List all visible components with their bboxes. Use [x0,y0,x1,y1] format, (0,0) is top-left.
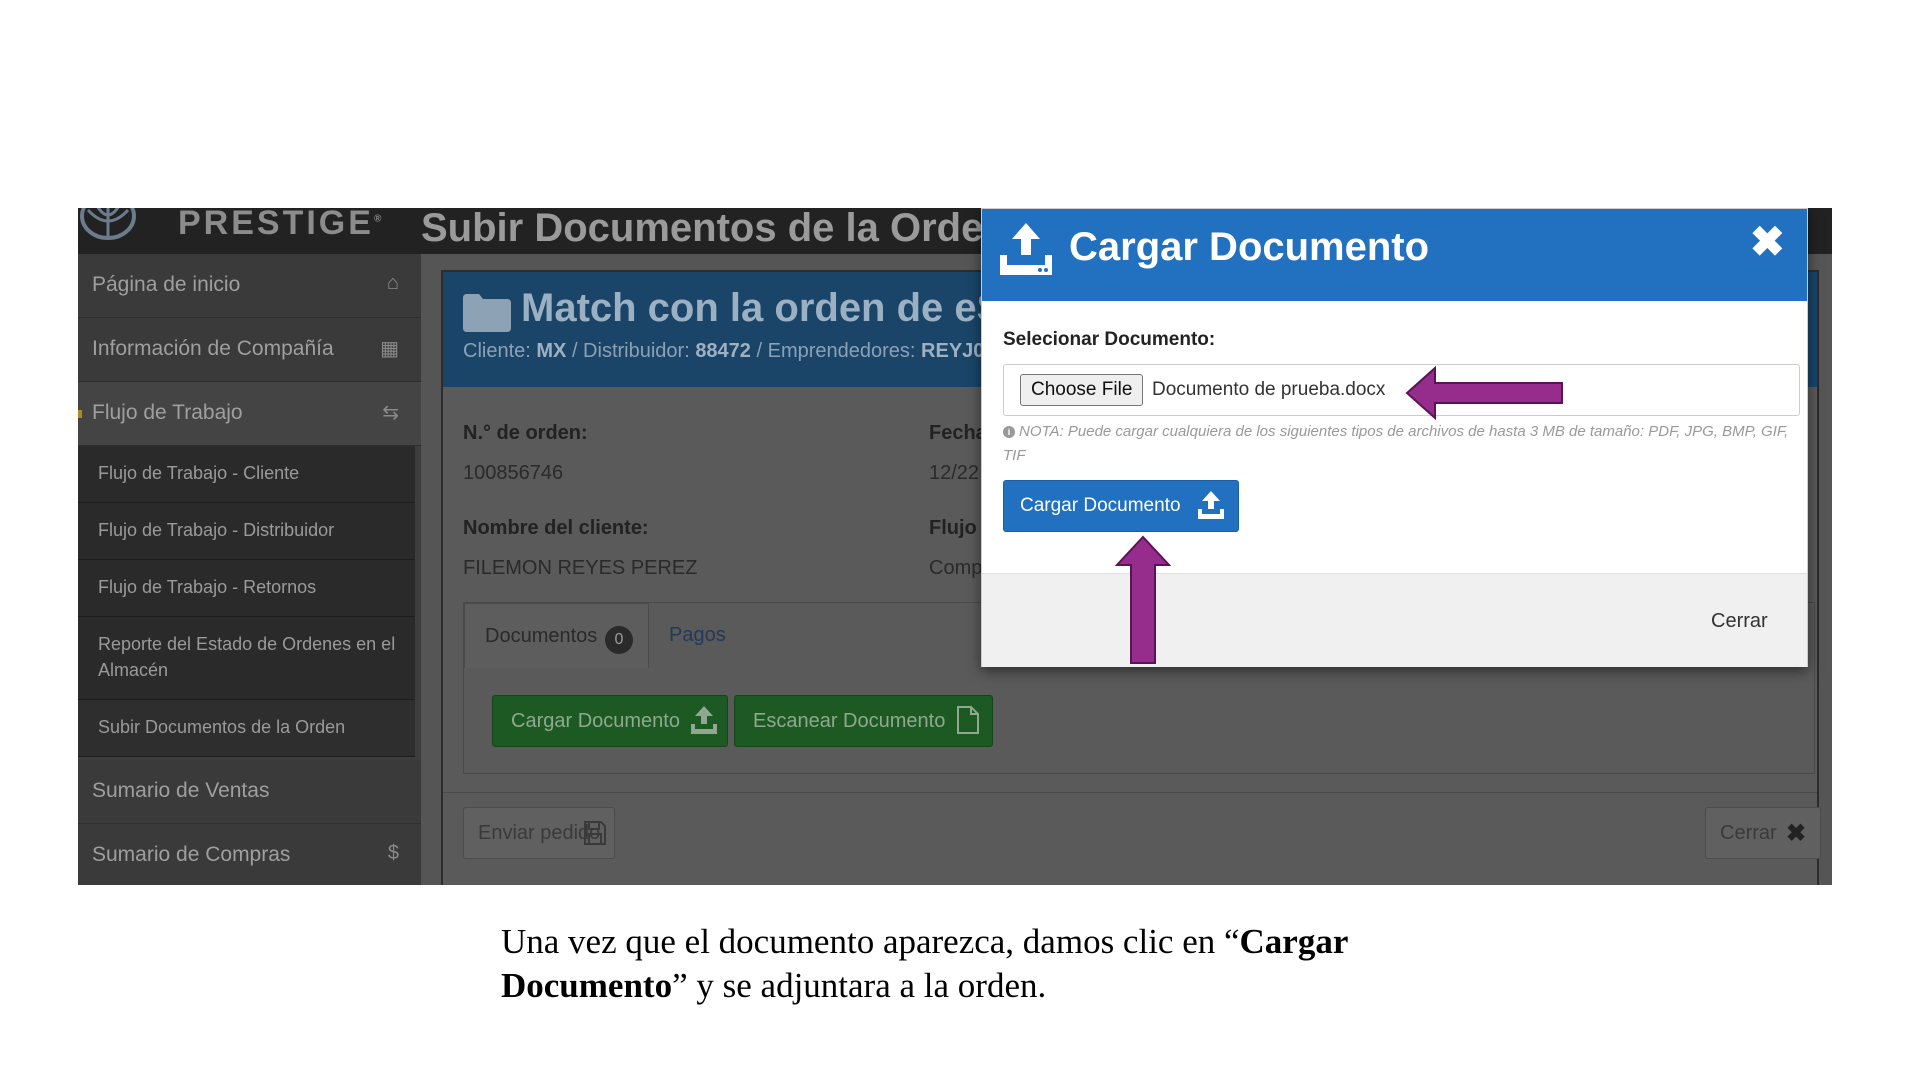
modal-footer: Cerrar [982,573,1807,667]
brand-name: PRESTIGE® [178,208,385,242]
panel-title: Match con la orden de eSi [521,286,1015,330]
upload-icon [1198,491,1224,519]
selected-file-name: Documento de prueba.docx [1152,379,1386,400]
sidebar-item-sales-summary[interactable]: Sumario de Ventas [78,760,421,824]
date-value: 12/22 [929,462,980,484]
modal-header: Cargar Documento ✖ [982,209,1807,301]
sidebar-subitem-upload-docs[interactable]: Subir Documentos de la Orden [78,700,415,757]
choose-file-button[interactable]: Choose File [1020,374,1144,406]
modal-title: Cargar Documento [1069,225,1430,269]
upload-document-button[interactable]: Cargar Documento [492,695,728,747]
modal-close-icon[interactable]: ✖ [1750,217,1785,266]
sidebar-subitem-workflow-returns[interactable]: Flujo de Trabajo - Retornos [78,560,415,617]
close-order-button[interactable]: Cerrar ✖ [1705,807,1821,859]
home-icon: ⌂ [386,272,399,294]
dollar-icon: $ [387,842,399,864]
panel-footer: Enviar pedido Cerrar ✖ [443,792,1821,885]
upload-icon [691,706,717,734]
instruction-caption: Una vez que el documento aparezca, damos… [501,922,1348,1005]
flow-value: Comp [929,557,983,579]
file-input[interactable]: Choose File Documento de prueba.docx [1003,364,1800,416]
date-label: Fecha [929,422,987,444]
client-name-value: FILEMON REYES PEREZ [463,557,698,579]
order-number-value: 100856746 [463,462,564,484]
modal-close-button[interactable]: Cerrar [1695,596,1787,644]
documents-count-badge: 0 [605,626,633,654]
sidebar-item-home[interactable]: Página de inicio ⌂ [78,254,421,318]
sidebar-subitem-warehouse-report[interactable]: Reporte del Estado de Ordenes en el Alma… [78,617,415,700]
select-document-label: Selecionar Documento: [1003,329,1216,350]
close-icon: ✖ [1786,820,1807,847]
sidebar-subitem-workflow-distributor[interactable]: Flujo de Trabajo - Distribuidor [78,503,415,560]
pointer-arrow-up-icon [1115,535,1171,664]
save-icon [584,821,606,845]
upload-modal: Cargar Documento ✖ Selecionar Documento:… [981,208,1808,667]
exchange-icon: ⇆ [382,402,399,424]
tab-documents[interactable]: Documentos 0 [464,603,649,668]
upload-icon [1000,223,1052,275]
info-icon: i [1003,426,1015,438]
grid-icon: ▦ [380,338,399,360]
scan-document-button[interactable]: Escanear Documento [734,695,993,747]
sidebar-item-company-info[interactable]: Información de Compañía ▦ [78,318,421,382]
flow-label: Flujo [929,517,977,539]
tab-payments[interactable]: Pagos [669,603,769,667]
sidebar-item-workflow[interactable]: Flujo de Trabajo ⇆ [78,382,421,446]
sidebar: Página de inicio ⌂ Información de Compañ… [78,254,421,885]
modal-upload-button[interactable]: Cargar Documento [1003,480,1239,532]
order-number-label: N.° de orden: [463,422,588,444]
sidebar-subitem-workflow-client[interactable]: Flujo de Trabajo - Cliente [78,446,415,503]
page-title: Subir Documentos de la Orden [421,208,1008,250]
document-icon [957,706,979,734]
send-order-button[interactable]: Enviar pedido [463,807,615,859]
prestige-logo-icon [80,208,136,240]
file-types-note: i NOTA: Puede cargar cualquiera de los si… [1003,423,1789,464]
folder-icon [463,294,511,332]
client-name-label: Nombre del cliente: [463,517,649,539]
panel-subtitle: Cliente: MX / Distribuidor: 88472 / Empr… [463,340,985,362]
sidebar-item-purchase-summary[interactable]: Sumario de Compras $ [78,824,421,885]
screenshot-frame: PRESTIGE® Subir Documentos de la Orden P… [78,208,1832,885]
pointer-arrow-left-icon [1405,366,1563,420]
